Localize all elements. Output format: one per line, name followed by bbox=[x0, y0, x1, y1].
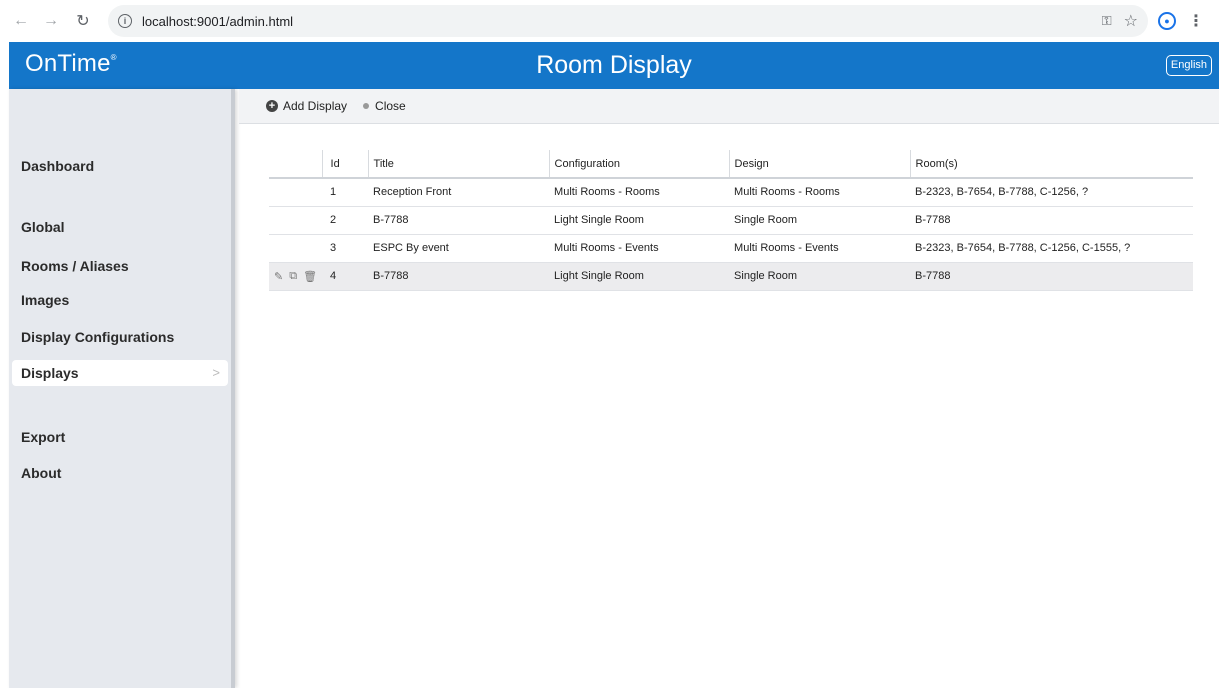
bookmark-star-icon[interactable]: ☆ bbox=[1124, 11, 1138, 31]
cell-title: ESPC By event bbox=[368, 234, 550, 263]
column-header-configuration[interactable]: Configuration bbox=[548, 150, 730, 179]
cell-design: Single Room bbox=[729, 262, 911, 291]
cell-configuration: Light Single Room bbox=[549, 262, 730, 291]
column-header-title[interactable]: Title bbox=[367, 150, 550, 179]
back-arrow-icon[interactable]: ← bbox=[10, 10, 32, 32]
table-header-row: Id Title Configuration Design Room(s) bbox=[269, 150, 1193, 179]
cell-design: Multi Rooms - Events bbox=[729, 234, 911, 263]
cell-rooms: B-2323, B-7654, B-7788, C-1256, C-1555, … bbox=[910, 234, 1193, 263]
column-header-actions bbox=[269, 150, 323, 179]
cell-configuration: Light Single Room bbox=[549, 206, 730, 235]
sidebar-item-images[interactable]: Images bbox=[12, 287, 228, 313]
cell-id: 1 bbox=[322, 178, 369, 207]
edit-pencil-icon[interactable]: ✎ bbox=[274, 270, 283, 283]
table-row[interactable]: 2 B-7788 Light Single Room Single Room B… bbox=[269, 206, 1193, 235]
open-external-icon[interactable]: ⧉ bbox=[289, 270, 297, 283]
language-button[interactable]: English bbox=[1165, 55, 1212, 76]
trash-icon[interactable]: 🗑 bbox=[303, 270, 317, 283]
dot-icon bbox=[363, 103, 370, 109]
row-actions-cell: ✎ ⧉ 🗑 bbox=[269, 262, 323, 291]
cell-rooms: B-7788 bbox=[910, 262, 1193, 291]
reload-icon[interactable]: ↻ bbox=[72, 10, 94, 32]
cell-title: Reception Front bbox=[368, 178, 550, 207]
cell-title: B-7788 bbox=[368, 262, 550, 291]
cell-id: 4 bbox=[322, 262, 369, 291]
sidebar-item-global[interactable]: Global bbox=[12, 214, 228, 240]
row-actions-cell bbox=[269, 178, 323, 207]
site-info-icon[interactable]: i bbox=[118, 14, 132, 28]
forward-arrow-icon[interactable]: → bbox=[40, 10, 62, 32]
close-button[interactable]: Close bbox=[361, 99, 406, 113]
displays-table: Id Title Configuration Design Room(s) 1 … bbox=[269, 150, 1193, 291]
cell-design: Multi Rooms - Rooms bbox=[729, 178, 911, 207]
profile-icon[interactable]: ● bbox=[1158, 12, 1176, 30]
sidebar-item-rooms-aliases[interactable]: Rooms / Aliases bbox=[12, 253, 228, 279]
sidebar-item-dashboard[interactable]: Dashboard bbox=[12, 153, 228, 179]
cell-title: B-7788 bbox=[368, 206, 550, 235]
cell-id: 2 bbox=[322, 206, 369, 235]
column-header-rooms[interactable]: Room(s) bbox=[909, 150, 1193, 179]
add-display-button[interactable]: + Add Display bbox=[266, 99, 347, 113]
app-header: OnTime® Room Display English bbox=[9, 42, 1219, 89]
url-text: localhost:9001/admin.html bbox=[142, 13, 294, 29]
row-actions-cell bbox=[269, 234, 323, 263]
column-header-design[interactable]: Design bbox=[728, 150, 911, 179]
browser-toolbar: ← → ↻ i localhost:9001/admin.html ⚿ ☆ ● … bbox=[0, 0, 1219, 42]
sidebar-item-about[interactable]: About bbox=[12, 460, 228, 486]
address-bar[interactable]: i localhost:9001/admin.html ⚿ ☆ bbox=[108, 5, 1148, 37]
plus-circle-icon: + bbox=[266, 100, 278, 112]
cell-id: 3 bbox=[322, 234, 369, 263]
toolbar: + Add Display Close bbox=[239, 89, 1219, 124]
table-row[interactable]: 1 Reception Front Multi Rooms - Rooms Mu… bbox=[269, 178, 1193, 207]
sidebar-item-export[interactable]: Export bbox=[12, 424, 228, 450]
column-header-id[interactable]: Id bbox=[321, 150, 369, 179]
sidebar: Dashboard Global Rooms / Aliases Images … bbox=[9, 89, 235, 688]
sidebar-item-displays[interactable]: Displays > bbox=[12, 360, 228, 386]
page-title: Room Display bbox=[536, 51, 692, 79]
table-row-selected[interactable]: ✎ ⧉ 🗑 4 B-7788 Light Single Room Single … bbox=[269, 262, 1193, 291]
cell-configuration: Multi Rooms - Rooms bbox=[549, 178, 730, 207]
sidebar-item-display-configurations[interactable]: Display Configurations bbox=[12, 324, 228, 350]
table-row[interactable]: 3 ESPC By event Multi Rooms - Events Mul… bbox=[269, 234, 1193, 263]
cell-configuration: Multi Rooms - Events bbox=[549, 234, 730, 263]
row-actions-cell bbox=[269, 206, 323, 235]
cell-rooms: B-2323, B-7654, B-7788, C-1256, ? bbox=[910, 178, 1193, 207]
chevron-right-icon: > bbox=[212, 365, 220, 380]
password-key-icon[interactable]: ⚿ bbox=[1102, 13, 1112, 29]
cell-design: Single Room bbox=[729, 206, 911, 235]
browser-menu-icon[interactable]: ⋮ bbox=[1188, 11, 1204, 31]
cell-rooms: B-7788 bbox=[910, 206, 1193, 235]
